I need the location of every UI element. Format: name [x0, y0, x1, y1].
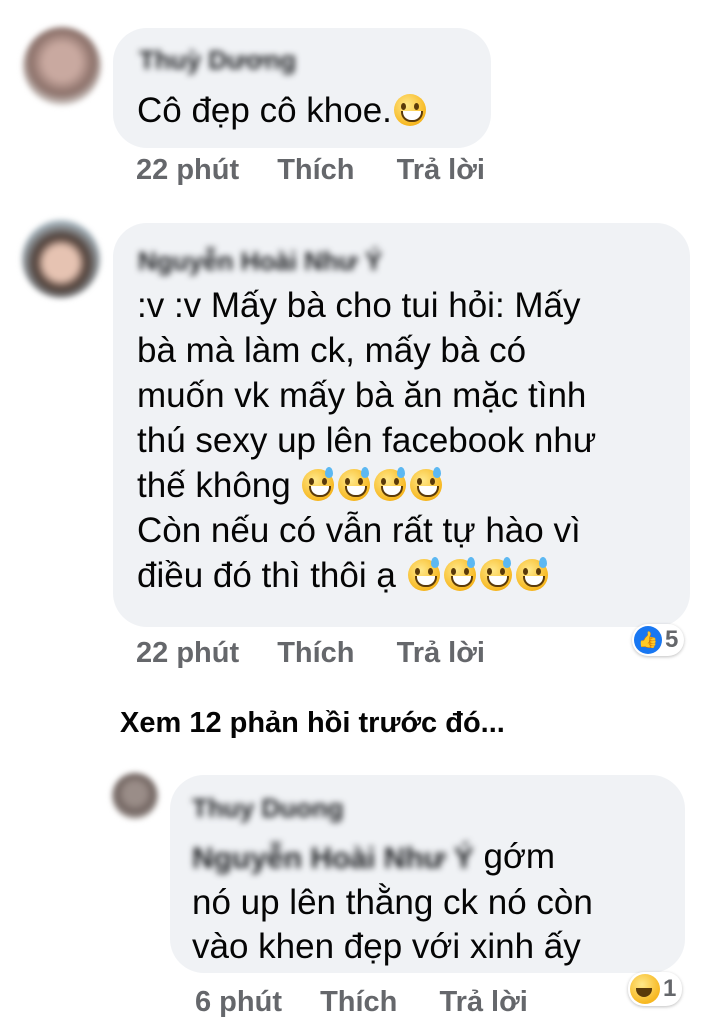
- comment-line-with-emoji: điều đó thì thôi ạ: [137, 553, 596, 598]
- grinning-sweat-emoji-icon: [443, 557, 476, 591]
- like-link[interactable]: Thích: [277, 637, 354, 670]
- reply-link[interactable]: Trả lời: [397, 637, 485, 670]
- reply-link[interactable]: Trả lời: [439, 986, 527, 1019]
- grinning-sweat-emoji-icon: [515, 557, 548, 591]
- comment-line: Còn nếu có vẫn rất tự hào vì: [137, 511, 581, 550]
- comment-author[interactable]: Thuỳ Dương: [139, 45, 296, 76]
- comment-line: muốn vk mấy bà ăn mặc tình: [137, 376, 587, 415]
- reply-first-line: Nguyễn Hoài Như Ý gớm: [192, 835, 593, 881]
- comment-line: :v :v Mấy bà cho tui hỏi: Mấy: [137, 286, 581, 325]
- reaction-count: 5: [665, 626, 679, 653]
- comment-line: Cô đẹp cô khoe.: [137, 91, 392, 130]
- comment-text: :v :v Mấy bà cho tui hỏi: Mấy bà mà làm …: [137, 283, 596, 598]
- reaction-summary[interactable]: 1: [628, 972, 683, 1006]
- grinning-sweat-emoji-icon: [302, 467, 335, 501]
- comment-bubble: Thuỳ Dương Cô đẹp cô khoe.: [113, 28, 491, 148]
- reply-link[interactable]: Trả lời: [397, 154, 485, 187]
- grinning-sweat-emoji-icon: [407, 557, 440, 591]
- reply-actions: 6 phút Thích Trả lời: [195, 986, 528, 1019]
- comment-time[interactable]: 22 phút: [136, 154, 239, 187]
- comment-author[interactable]: Nguyễn Hoài Như Ý: [138, 246, 382, 277]
- comment-line: thế không: [137, 466, 291, 505]
- like-link[interactable]: Thích: [320, 986, 397, 1019]
- comment-line: thú sexy up lên facebook như: [137, 421, 597, 460]
- comment-time[interactable]: 22 phút: [136, 637, 239, 670]
- avatar[interactable]: [22, 220, 100, 298]
- grinning-sweat-emoji-icon: [374, 467, 407, 501]
- reaction-summary[interactable]: 👍 5: [632, 624, 685, 656]
- comment-text: Cô đẹp cô khoe.: [137, 88, 428, 133]
- grinning-sweat-emoji-icon: [410, 467, 443, 501]
- reply-text: Nguyễn Hoài Như Ý gớm nó up lên thằng ck…: [192, 835, 593, 969]
- comment-actions: 22 phút Thích Trả lời: [136, 154, 485, 187]
- reply-line: vào khen đẹp với xinh ấy: [192, 927, 581, 966]
- comment-time[interactable]: 6 phút: [195, 986, 282, 1019]
- comment-line: điều đó thì thôi ạ: [137, 556, 396, 595]
- grinning-emoji-icon: [393, 94, 426, 126]
- reply-author[interactable]: Thuy Duong: [192, 793, 344, 824]
- reaction-count: 1: [663, 975, 677, 1002]
- comment-actions: 22 phút Thích Trả lời: [136, 637, 485, 670]
- reply-bubble: Thuy Duong Nguyễn Hoài Như Ý gớm nó up l…: [170, 775, 685, 973]
- reply-line: nó up lên thằng ck nó còn: [192, 883, 593, 922]
- view-previous-replies-link[interactable]: Xem 12 phản hồi trước đó...: [120, 707, 505, 740]
- mention-tag[interactable]: Nguyễn Hoài Như Ý: [192, 837, 474, 881]
- like-icon: 👍: [634, 626, 662, 654]
- grinning-sweat-emoji-icon: [338, 467, 371, 501]
- avatar[interactable]: [23, 27, 101, 105]
- comment-line-with-emoji: thế không: [137, 463, 596, 508]
- comment-bubble: Nguyễn Hoài Như Ý :v :v Mấy bà cho tui h…: [113, 223, 690, 627]
- like-link[interactable]: Thích: [277, 154, 354, 187]
- comment-line: bà mà làm ck, mấy bà có: [137, 331, 527, 370]
- reply-line: gớm: [483, 837, 556, 876]
- avatar[interactable]: [112, 773, 158, 819]
- grinning-sweat-emoji-icon: [479, 557, 512, 591]
